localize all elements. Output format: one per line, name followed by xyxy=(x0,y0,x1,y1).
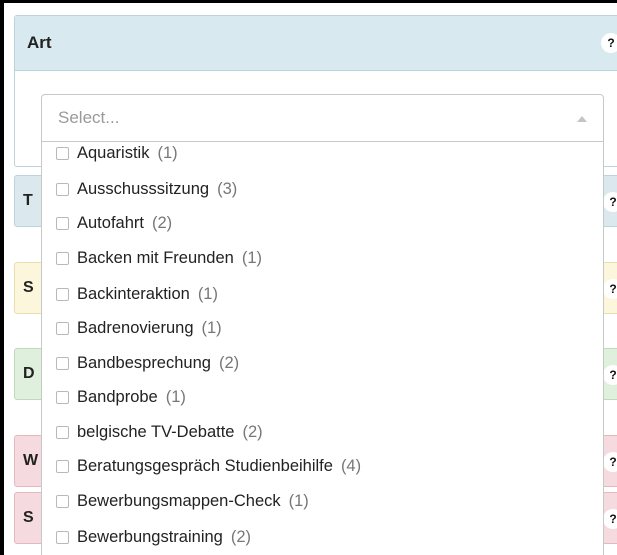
checkbox[interactable] xyxy=(56,251,69,265)
checkbox[interactable] xyxy=(56,530,69,544)
option-label: Bewerbungsmappen-Check xyxy=(77,491,281,510)
checkbox[interactable] xyxy=(56,321,69,335)
section-d-letter: D xyxy=(23,365,35,382)
option-label: Beratungsgespräch Studienbeihilfe xyxy=(77,456,333,475)
option-item[interactable]: Bewerbungsmappen-Check (1) xyxy=(56,490,309,512)
section-s2-letter: S xyxy=(23,509,34,526)
option-count: (2) xyxy=(151,213,173,232)
checkbox[interactable] xyxy=(56,216,69,230)
option-item[interactable]: Ausschusssitzung (3) xyxy=(56,178,237,200)
option-label: Bewerbungstraining xyxy=(77,527,223,546)
option-count: (1) xyxy=(165,387,186,406)
checkbox[interactable] xyxy=(56,356,69,370)
option-label: Backen mit Freunden xyxy=(77,248,234,267)
checkbox[interactable] xyxy=(56,494,69,508)
section-d-help-icon[interactable]: ? xyxy=(603,365,617,385)
option-label: Bandprobe xyxy=(77,387,158,406)
option-count: (1) xyxy=(157,143,178,162)
section-w-help-icon[interactable]: ? xyxy=(603,452,617,472)
option-item[interactable]: Autofahrt (2) xyxy=(56,212,172,234)
option-label: Aquaristik xyxy=(77,143,150,162)
option-item[interactable]: Aquaristik (1) xyxy=(56,142,178,164)
filter-frame: T ? S ? D ? W ? S ? Art ? Select... Aqua… xyxy=(4,3,617,555)
art-dropdown-list: Aquaristik (1) Ausschusssitzung (3) Auto… xyxy=(41,142,604,555)
section-s-help-icon[interactable]: ? xyxy=(603,279,617,299)
section-t-help-icon[interactable]: ? xyxy=(603,192,617,212)
option-label: Ausschusssitzung xyxy=(77,179,210,198)
option-count: (2) xyxy=(242,422,263,441)
option-item[interactable]: Badrenovierung (1) xyxy=(56,317,222,339)
option-label: Badrenovierung xyxy=(77,318,194,337)
checkbox[interactable] xyxy=(56,459,69,473)
option-item[interactable]: Bandprobe (1) xyxy=(56,386,186,408)
option-label: belgische TV-Debatte xyxy=(77,422,235,441)
option-count: (1) xyxy=(197,284,218,303)
section-s2-help-icon[interactable]: ? xyxy=(603,509,617,529)
option-count: (1) xyxy=(288,491,309,510)
option-count: (4) xyxy=(340,456,362,475)
checkbox[interactable] xyxy=(56,390,69,404)
caret-up-icon[interactable] xyxy=(577,116,587,122)
checkbox[interactable] xyxy=(56,287,69,301)
section-t-letter: T xyxy=(23,192,33,209)
select-placeholder: Select... xyxy=(58,108,120,127)
art-select[interactable]: Select... xyxy=(41,94,604,142)
art-panel-header[interactable]: Art ? xyxy=(15,16,617,71)
option-item[interactable]: Backinteraktion (1) xyxy=(56,283,218,305)
art-panel-title: Art xyxy=(27,33,52,52)
option-item[interactable]: Beratungsgespräch Studienbeihilfe (4) xyxy=(56,455,361,477)
art-help-icon[interactable]: ? xyxy=(601,33,617,53)
option-count: (1) xyxy=(241,248,263,267)
option-count: (1) xyxy=(201,318,222,337)
checkbox[interactable] xyxy=(56,146,69,160)
option-item[interactable]: Bandbesprechung (2) xyxy=(56,352,239,374)
option-count: (2) xyxy=(218,353,240,372)
option-label: Backinteraktion xyxy=(77,284,190,303)
option-item[interactable]: Bewerbungstraining (2) xyxy=(56,526,251,548)
checkbox[interactable] xyxy=(56,182,69,196)
option-count: (2) xyxy=(230,527,252,546)
option-label: Autofahrt xyxy=(77,213,144,232)
option-label: Bandbesprechung xyxy=(77,353,211,372)
section-s-letter: S xyxy=(23,279,34,296)
checkbox[interactable] xyxy=(56,425,69,439)
option-item[interactable]: belgische TV-Debatte (2) xyxy=(56,421,263,443)
section-w-letter: W xyxy=(23,452,39,469)
option-count: (3) xyxy=(217,179,238,198)
option-item[interactable]: Backen mit Freunden (1) xyxy=(56,247,262,269)
